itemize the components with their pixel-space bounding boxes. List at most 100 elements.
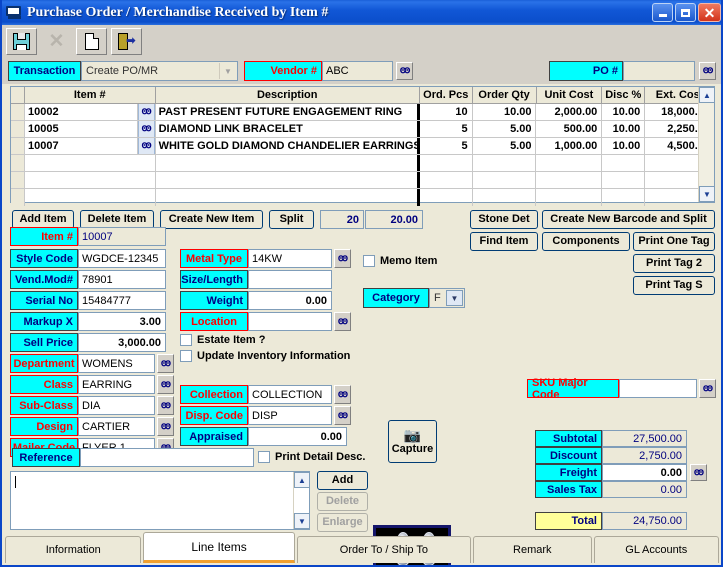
freight-lookup-binoculars-icon[interactable]: ꙭ (690, 464, 707, 481)
class-lookup-binoculars-icon[interactable]: ꙭ (157, 375, 174, 394)
window-controls: ✕ (652, 3, 721, 22)
sku-major-code-label: SKU Major Code (527, 379, 619, 398)
row-selector[interactable] (11, 104, 25, 120)
design-input[interactable]: CARTIER (78, 417, 155, 436)
tab-gl-accounts[interactable]: GL Accounts (594, 536, 719, 563)
cell-description (156, 189, 420, 206)
update-inventory-checkbox[interactable]: Update Inventory Information (180, 350, 350, 362)
row-selector[interactable] (11, 172, 25, 188)
metal-type-input[interactable]: 14KW (248, 249, 332, 268)
sku-major-lookup-binoculars-icon[interactable]: ꙭ (699, 379, 716, 398)
components-button[interactable]: Components (542, 232, 630, 251)
category-select[interactable]: F ▼ (429, 288, 465, 308)
close-button[interactable]: ✕ (698, 3, 721, 22)
collection-lookup-binoculars-icon[interactable]: ꙭ (334, 385, 351, 404)
sell-price-input[interactable]: 3,000.00 (78, 333, 166, 352)
table-row[interactable]: 10005 ꙭ DIAMOND LINK BRACELET 5 5.00 500… (11, 121, 714, 138)
location-input[interactable] (248, 312, 332, 331)
cell-disc: 10.00 (602, 104, 645, 120)
capture-button[interactable]: 📷 Capture (388, 420, 437, 463)
new-button[interactable] (76, 28, 107, 55)
department-input[interactable]: WOMENS (78, 354, 155, 373)
cell-ord-pcs: 10 (420, 104, 473, 120)
notes-textarea[interactable]: ▲ ▼ (10, 471, 310, 530)
find-item-button[interactable]: Find Item (470, 232, 538, 251)
print-detail-desc-checkbox[interactable]: Print Detail Desc. (258, 451, 365, 463)
grid-scrollbar[interactable]: ▲ ▼ (698, 87, 714, 202)
item-lookup-binoculars-icon[interactable]: ꙭ (138, 138, 156, 154)
disp-code-lookup-binoculars-icon[interactable]: ꙭ (334, 406, 351, 425)
collection-input[interactable]: COLLECTION (248, 385, 332, 404)
freight-input[interactable]: 0.00 (602, 464, 687, 481)
chevron-down-icon: ▼ (219, 63, 236, 79)
capture-label: Capture (392, 444, 434, 456)
design-lookup-binoculars-icon[interactable]: ꙭ (157, 417, 174, 436)
po-lookup-binoculars-icon[interactable]: ꙭ (699, 62, 716, 80)
table-row[interactable]: 10007 ꙭ WHITE GOLD DIAMOND CHANDELIER EA… (11, 138, 714, 155)
disp-code-input[interactable]: DISP (248, 406, 332, 425)
size-length-input[interactable] (248, 270, 332, 289)
sub-class-input[interactable]: DIA (78, 396, 155, 415)
scroll-up-icon[interactable]: ▲ (699, 87, 715, 103)
sub-class-lookup-binoculars-icon[interactable]: ꙭ (157, 396, 174, 415)
tab-information[interactable]: Information (5, 536, 141, 563)
row-selector[interactable] (11, 155, 25, 171)
transaction-select[interactable]: Create PO/MR ▼ (81, 61, 238, 81)
sales-tax-label: Sales Tax (535, 481, 602, 498)
memo-item-checkbox[interactable]: Memo Item (363, 255, 437, 267)
create-new-barcode-and-split-button[interactable]: Create New Barcode and Split (542, 210, 715, 229)
print-tag-s-button[interactable]: Print Tag S (633, 276, 715, 295)
item-lookup-binoculars-icon[interactable]: ꙭ (138, 121, 156, 137)
sub-class-value: DIA (82, 400, 100, 412)
transaction-label: Transaction (8, 61, 81, 81)
sku-major-code-input[interactable] (619, 379, 697, 398)
scroll-up-icon[interactable]: ▲ (294, 472, 310, 488)
maximize-button[interactable] (675, 3, 696, 22)
split-button[interactable]: Split (269, 210, 314, 229)
create-new-item-button[interactable]: Create New Item (160, 210, 263, 229)
cell-ord-pcs (420, 172, 473, 188)
appraised-input[interactable]: 0.00 (248, 427, 347, 446)
table-row[interactable]: 10002 ꙭ PAST PRESENT FUTURE ENGAGEMENT R… (11, 104, 714, 121)
department-lookup-binoculars-icon[interactable]: ꙭ (157, 354, 174, 373)
metal-type-lookup-binoculars-icon[interactable]: ꙭ (334, 249, 351, 268)
reference-input[interactable] (80, 448, 254, 467)
vendor-input[interactable]: ABC (322, 61, 393, 81)
tab-order-to-ship-to[interactable]: Order To / Ship To (297, 536, 471, 563)
cell-description: PAST PRESENT FUTURE ENGAGEMENT RING (156, 104, 420, 120)
markup-input[interactable]: 3.00 (78, 312, 166, 331)
cell-disc (602, 189, 645, 206)
stone-det-button[interactable]: Stone Det (470, 210, 538, 229)
find-item-label: Find Item (480, 236, 529, 248)
print-tag-2-button[interactable]: Print Tag 2 (633, 254, 715, 273)
scroll-down-icon[interactable]: ▼ (699, 186, 715, 202)
notes-scrollbar[interactable]: ▲ ▼ (293, 472, 309, 529)
vend-mod-input[interactable]: 78901 (78, 270, 166, 289)
po-number-input[interactable] (623, 61, 695, 81)
item-lookup-binoculars-icon[interactable]: ꙭ (138, 104, 156, 120)
row-selector[interactable] (11, 121, 25, 137)
scroll-down-icon[interactable]: ▼ (294, 513, 310, 529)
tab-remark[interactable]: Remark (473, 536, 592, 563)
minimize-button[interactable] (652, 3, 673, 22)
serial-no-input[interactable]: 15484777 (78, 291, 166, 310)
print-one-tag-button[interactable]: Print One Tag (633, 232, 715, 251)
tab-line-items[interactable]: Line Items (143, 532, 294, 563)
table-row[interactable] (11, 189, 714, 206)
estate-item-checkbox[interactable]: Estate Item ? (180, 334, 265, 346)
style-code-input[interactable]: WGDCE-12345 (78, 249, 166, 268)
vendor-lookup-binoculars-icon[interactable]: ꙭ (396, 62, 413, 80)
row-selector[interactable] (11, 138, 25, 154)
exit-button[interactable]: ➡ (111, 28, 142, 55)
item-number-input[interactable]: 10007 (78, 227, 166, 246)
tab-information-label: Information (46, 544, 101, 556)
save-button[interactable] (6, 28, 37, 55)
notes-add-button[interactable]: Add (317, 471, 368, 490)
weight-input[interactable]: 0.00 (248, 291, 332, 310)
row-selector[interactable] (11, 189, 25, 206)
table-row[interactable] (11, 155, 714, 172)
table-row[interactable] (11, 172, 714, 189)
class-input[interactable]: EARRING (78, 375, 155, 394)
notes-delete-button: Delete (317, 492, 368, 511)
location-lookup-binoculars-icon[interactable]: ꙭ (334, 312, 351, 331)
